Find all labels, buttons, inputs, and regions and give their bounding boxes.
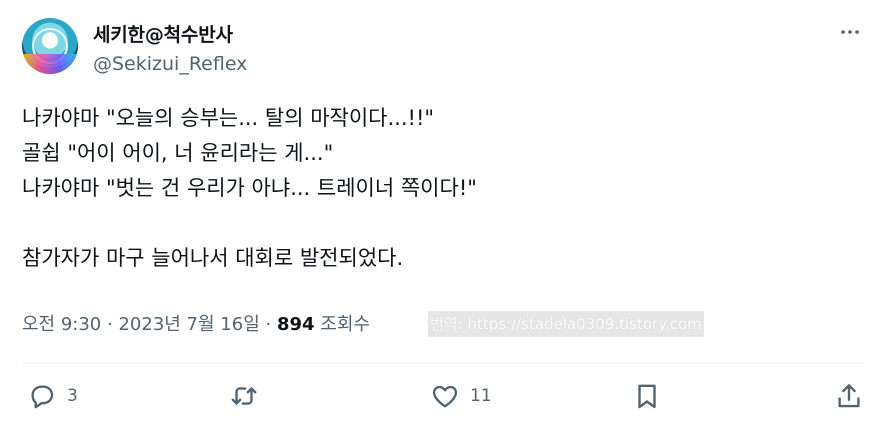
avatar-gradient xyxy=(22,54,78,74)
action-bar: 3 11 xyxy=(0,381,883,421)
display-name[interactable]: 세키한@척수반사 xyxy=(93,20,233,47)
translation-watermark: 번역: https://stadela0309.tistory.com xyxy=(428,311,704,337)
like-button[interactable]: 11 xyxy=(430,381,492,411)
reply-count: 3 xyxy=(67,386,78,406)
more-options-button[interactable] xyxy=(835,20,865,44)
meta-separator: · xyxy=(107,314,113,335)
meta-separator: · xyxy=(265,314,272,335)
more-icon xyxy=(841,30,859,34)
reply-icon xyxy=(31,385,54,409)
tweet-date[interactable]: 2023년 7월 16일 xyxy=(118,314,259,335)
bookmark-icon xyxy=(638,384,656,409)
user-handle[interactable]: @Sekizui_Reflex xyxy=(93,53,247,75)
retweet-icon xyxy=(231,387,257,405)
views-count: 894 xyxy=(276,314,315,335)
like-count: 11 xyxy=(470,386,492,406)
tweet-line: 골쉽 "어이 어이, 너 윤리라는 게..." xyxy=(22,141,334,165)
tweet-time[interactable]: 오전 9:30 xyxy=(22,314,101,335)
tweet-line: 나카야마 "벗는 건 우리가 아냐... 트레이너 쪽이다!" xyxy=(22,176,477,200)
share-icon xyxy=(838,384,860,408)
tweet-line: 나카야마 "오늘의 승부는... 탈의 마작이다...!!" xyxy=(22,106,435,130)
share-button[interactable] xyxy=(834,381,864,411)
like-icon xyxy=(432,385,458,408)
tweet-line: 참가자가 마구 늘어나서 대회로 발전되었다. xyxy=(22,246,404,270)
retweet-button[interactable] xyxy=(229,381,259,411)
bookmark-button[interactable] xyxy=(632,381,662,411)
avatar[interactable] xyxy=(22,18,78,74)
views-label: 조회수 xyxy=(320,314,370,335)
tweet-meta: 오전 9:30 · 2023년 7월 16일 · 894 조회수 xyxy=(22,310,370,336)
reply-button[interactable]: 3 xyxy=(27,381,78,411)
tweet-text: 나카야마 "오늘의 승부는... 탈의 마작이다...!!" 골쉽 "어이 어이… xyxy=(22,101,862,276)
divider xyxy=(22,363,865,364)
